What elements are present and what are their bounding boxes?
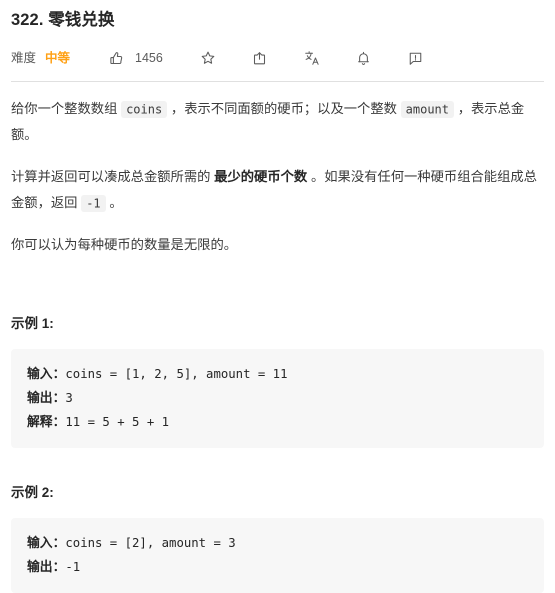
example-1-line-2-key: 输出： — [27, 390, 66, 405]
inline-code-coins: coins — [121, 100, 168, 118]
like-count: 1456 — [135, 50, 163, 65]
example-1-line-1-value: coins = [1, 2, 5], amount = 11 — [65, 367, 288, 381]
example-1-heading: 示例 1: — [11, 316, 54, 331]
star-icon[interactable] — [196, 46, 220, 70]
example-1-line-3-value: 11 = 5 + 5 + 1 — [65, 415, 170, 429]
inline-code-negative-one: -1 — [81, 194, 106, 212]
description-paragraph-3: 你可以认为每种硬币的数量是无限的。 — [11, 237, 238, 252]
problem-page: 322. 零钱兑换 难度 中等 1456 给你一个整数数组 coins ，表示不… — [0, 0, 555, 593]
share-icon[interactable] — [248, 46, 272, 70]
inline-code-amount: amount — [400, 100, 455, 118]
translate-icon[interactable] — [300, 46, 324, 70]
difficulty-badge: 中等 — [45, 50, 71, 65]
thumbs-up-icon[interactable] — [104, 46, 128, 70]
desc-p2-text-1: 计算并返回可以凑成总金额所需的 — [11, 169, 211, 184]
example-1-code-block: 输入：coins = [1, 2, 5], amount = 11 输出：3 解… — [11, 349, 544, 448]
desc-p2-text-3: 。 — [109, 195, 123, 210]
report-icon[interactable] — [404, 46, 428, 70]
example-2-line-1-key: 输入： — [27, 535, 66, 550]
example-2-line-2-value: -1 — [65, 560, 81, 574]
action-icons: 1456 — [104, 46, 428, 70]
example-2-code-block: 输入：coins = [2], amount = 3 输出：-1 — [11, 518, 544, 593]
desc-p2-emphasis: 最少的硬币个数 — [214, 169, 308, 184]
example-2-line-1-value: coins = [2], amount = 3 — [65, 536, 236, 550]
example-1-line-1-key: 输入： — [27, 366, 66, 381]
example-1-line-2-value: 3 — [65, 391, 73, 405]
desc-p1-text-2: ，表示不同面额的硬币；以及一个整数 — [170, 101, 397, 116]
example-1-line-3-key: 解释： — [27, 414, 66, 429]
title-row: 322. 零钱兑换 — [11, 0, 544, 38]
description-paragraph-2: 计算并返回可以凑成总金额所需的 最少的硬币个数 。如果没有任何一种硬币组合能组成… — [11, 164, 544, 216]
description-paragraph-1: 给你一个整数数组 coins ，表示不同面额的硬币；以及一个整数 amount … — [11, 96, 544, 148]
difficulty-label: 难度 — [11, 50, 37, 65]
problem-description: 给你一个整数数组 coins ，表示不同面额的硬币；以及一个整数 amount … — [11, 82, 544, 593]
bell-icon[interactable] — [352, 46, 376, 70]
problem-meta-toolbar: 难度 中等 1456 — [11, 43, 544, 73]
desc-p1-text-1: 给你一个整数数组 — [11, 101, 118, 116]
example-2-heading: 示例 2: — [11, 485, 54, 500]
example-2-line-2-key: 输出： — [27, 559, 66, 574]
page-title: 322. 零钱兑换 — [11, 11, 115, 29]
